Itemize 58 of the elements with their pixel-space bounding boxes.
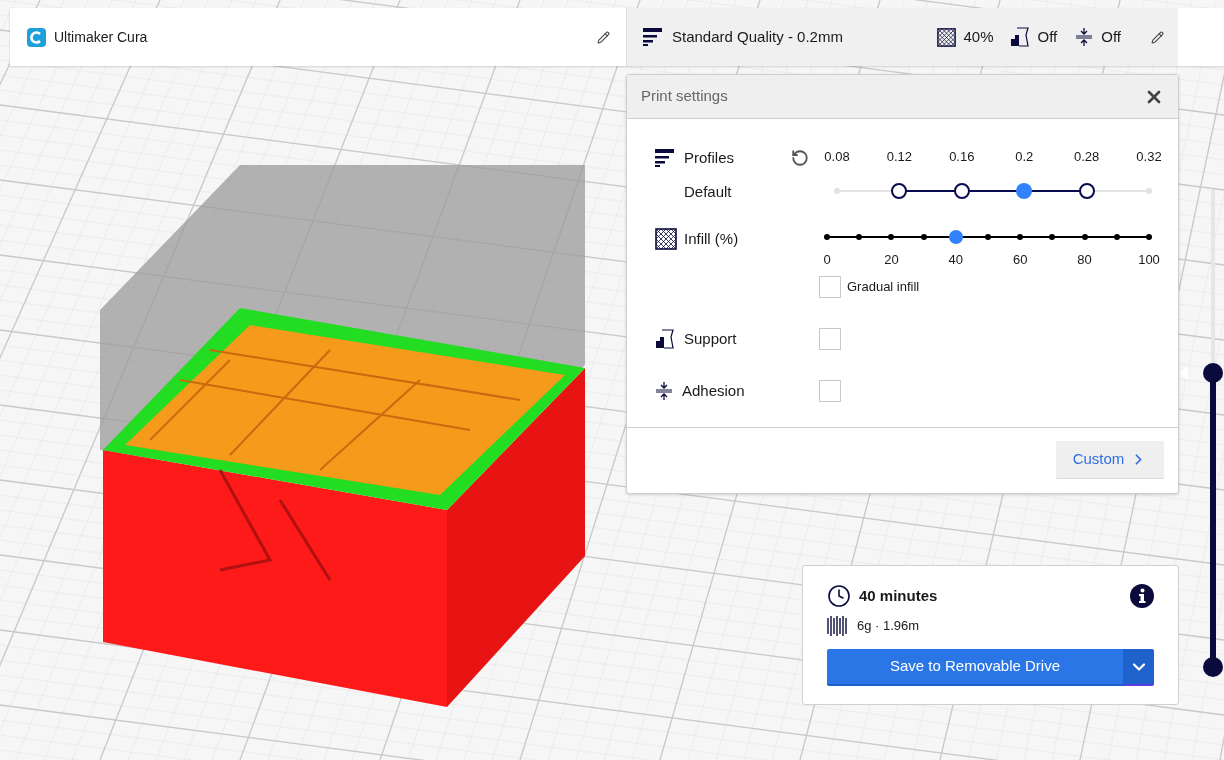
layer-height-label: 0.08 [824, 148, 850, 166]
reset-icon[interactable] [791, 149, 809, 167]
printer-name: Ultimaker Cura [54, 27, 148, 47]
adhesion-summary: Off [1101, 26, 1121, 47]
support-label: Support [684, 328, 737, 349]
profile-default-label: Default [684, 182, 733, 202]
slider-thumb[interactable] [948, 229, 963, 244]
save-options-dropdown[interactable] [1123, 649, 1154, 686]
support-icon [1009, 27, 1030, 47]
infill-tick-label: 80 [1077, 250, 1092, 269]
infill-icon [936, 27, 956, 47]
layer-height-label: 0.16 [949, 148, 975, 166]
gradual-infill-label: Gradual infill [847, 277, 920, 296]
layer-height-label: 0.2 [1015, 148, 1034, 166]
support-icon [655, 328, 675, 349]
support-summary: Off [1037, 26, 1058, 47]
infill-tick-label: 0 [823, 250, 831, 269]
adhesion-checkbox[interactable] [819, 380, 841, 403]
material-usage: 6g · 1.96m [857, 617, 920, 636]
infill-label: Infill (%) [684, 228, 739, 249]
gradual-infill-checkbox[interactable] [819, 275, 841, 298]
print-setup-selector[interactable]: Standard Quality - 0.2mm 40% Off Off [626, 8, 1178, 66]
profile-stop[interactable] [953, 183, 970, 199]
custom-button[interactable]: Custom [1056, 441, 1164, 479]
profile-summary: Standard Quality - 0.2mm [672, 26, 843, 47]
profile-icon [643, 28, 663, 46]
layer-height-label: 0.28 [1073, 148, 1100, 166]
infill-slider[interactable] [827, 229, 1149, 244]
selected-profile-thumb[interactable] [1016, 183, 1033, 199]
infill-tick-label: 40 [948, 250, 964, 269]
adhesion-icon [655, 381, 673, 402]
infill-summary: 40% [963, 26, 994, 47]
profile-slider[interactable] [837, 183, 1149, 199]
filament-icon [827, 616, 847, 636]
clock-icon [827, 584, 851, 608]
info-icon[interactable] [1130, 584, 1154, 608]
infill-icon [655, 227, 677, 250]
edit-icon [597, 30, 610, 44]
adhesion-icon [1075, 27, 1094, 47]
layer-height-label: 0.12 [886, 148, 913, 166]
panel-title: Print settings [641, 86, 728, 107]
infill-tick-label: 20 [884, 250, 899, 269]
print-time: 40 minutes [859, 585, 938, 606]
cura-logo-icon [27, 27, 46, 47]
edit-icon [1151, 30, 1164, 44]
profiles-label: Profiles [684, 147, 735, 168]
profile-stop[interactable] [1078, 183, 1095, 199]
layer-height-label: 0.32 [1136, 148, 1162, 166]
infill-tick-label: 60 [1012, 250, 1028, 269]
support-checkbox[interactable] [819, 327, 841, 350]
profile-stop[interactable] [891, 183, 908, 199]
printer-selector[interactable]: Ultimaker Cura [10, 8, 626, 66]
profile-icon [655, 149, 675, 167]
adhesion-label: Adhesion [682, 381, 745, 401]
layer-slider-drawing[interactable] [1178, 190, 1224, 680]
infill-tick-label: 100 [1138, 250, 1160, 269]
save-button[interactable]: Save to Removable Drive [827, 649, 1123, 686]
toolbar-background [1178, 8, 1224, 66]
